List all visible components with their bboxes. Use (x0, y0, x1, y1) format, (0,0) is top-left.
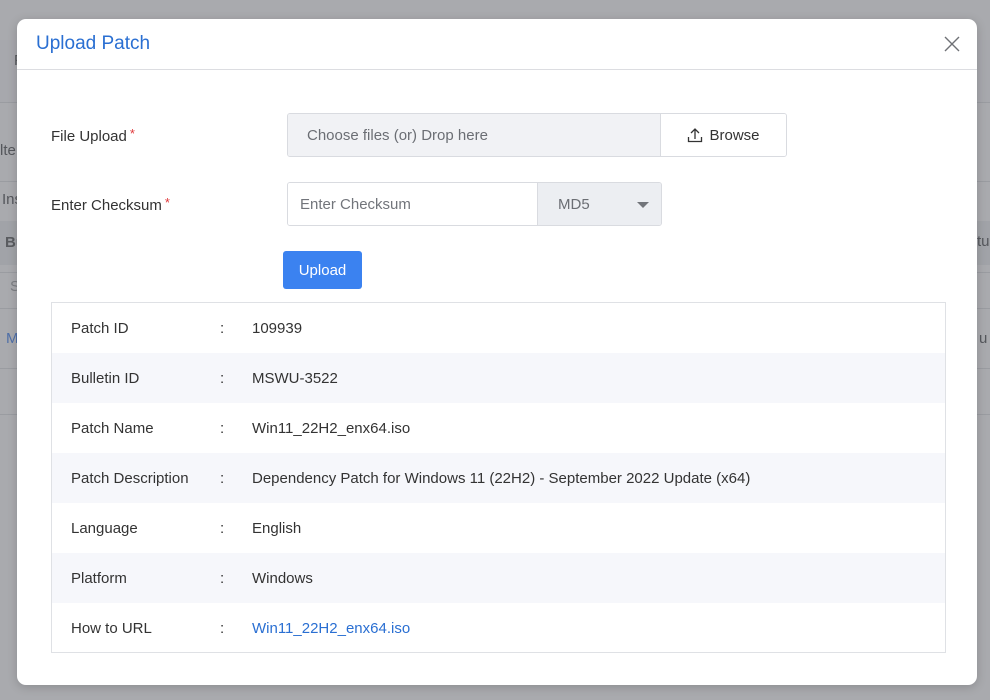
detail-row-how-to-url: How to URL : Win11_22H2_enx64.iso (52, 603, 945, 653)
caret-down-icon (637, 202, 649, 208)
checksum-label: Enter Checksum * (51, 195, 287, 214)
detail-separator: : (220, 369, 225, 387)
upload-patch-modal: Upload Patch File Upload * Choose files (… (17, 19, 977, 685)
modal-title: Upload Patch (36, 33, 151, 54)
checksum-label-text: Enter Checksum (51, 196, 162, 214)
bg-text-fragment: u (979, 330, 988, 347)
detail-key: Patch Name (71, 419, 154, 437)
detail-value: Dependency Patch for Windows 11 (22H2) -… (252, 469, 751, 487)
patch-details-table: Patch ID : 109939 Bulletin ID : MSWU-352… (51, 302, 946, 653)
detail-separator: : (220, 469, 225, 487)
checksum-row: Enter Checksum* MD5 (51, 182, 662, 226)
detail-separator: : (220, 569, 225, 587)
detail-value: MSWU-3522 (252, 369, 338, 387)
detail-separator: : (220, 319, 225, 337)
checksum-algorithm-value: MD5 (558, 195, 590, 213)
detail-key: Patch ID (71, 319, 129, 337)
detail-row-platform: Platform : Windows (52, 553, 945, 603)
detail-value: English (252, 519, 302, 537)
detail-key: Patch Description (71, 469, 189, 487)
how-to-url-link[interactable]: Win11_22H2_enx64.iso (252, 620, 945, 637)
detail-value: Win11_22H2_enx64.iso (252, 419, 411, 437)
required-mark: * (164, 194, 170, 210)
detail-row-bulletin-id: Bulletin ID : MSWU-3522 (52, 353, 945, 403)
bg-text-fragment: lte (0, 142, 16, 159)
close-icon (944, 36, 960, 52)
detail-key: Language (71, 519, 138, 537)
detail-row-language: Language : English (52, 503, 945, 553)
detail-value: 109939 (252, 319, 303, 337)
browse-button-label: Browse (709, 126, 760, 144)
modal-header: Upload Patch (17, 19, 977, 70)
detail-value: Windows (252, 569, 313, 587)
file-upload-label-text: File Upload (51, 127, 127, 145)
checksum-input[interactable] (288, 183, 538, 225)
close-button[interactable] (943, 35, 961, 53)
detail-key: How to URL (71, 619, 152, 637)
detail-separator: : (220, 519, 225, 537)
bg-text-fragment: tus (977, 233, 990, 250)
file-upload-field: Choose files (or) Drop here Browse (287, 113, 787, 157)
detail-row-patch-description: Patch Description : Dependency Patch for… (52, 453, 945, 503)
required-mark: * (129, 125, 135, 141)
detail-separator: : (220, 619, 225, 637)
file-drop-zone[interactable]: Choose files (or) Drop here (288, 114, 661, 156)
upload-icon (688, 128, 703, 143)
upload-button[interactable]: Upload (283, 251, 362, 289)
detail-key: Bulletin ID (71, 369, 140, 387)
file-upload-label: File Upload * (51, 126, 287, 145)
browse-button[interactable]: Browse (661, 114, 786, 156)
checksum-field-group: MD5 (287, 182, 662, 226)
detail-separator: : (220, 419, 225, 437)
detail-key: Platform (71, 569, 127, 587)
checksum-algorithm-select[interactable]: MD5 (538, 183, 661, 225)
detail-row-patch-id: Patch ID : 109939 (52, 303, 945, 353)
file-upload-row: File Upload * Choose files (or) Drop here… (51, 113, 787, 157)
detail-row-patch-name: Patch Name : Win11_22H2_enx64.iso (52, 403, 945, 453)
